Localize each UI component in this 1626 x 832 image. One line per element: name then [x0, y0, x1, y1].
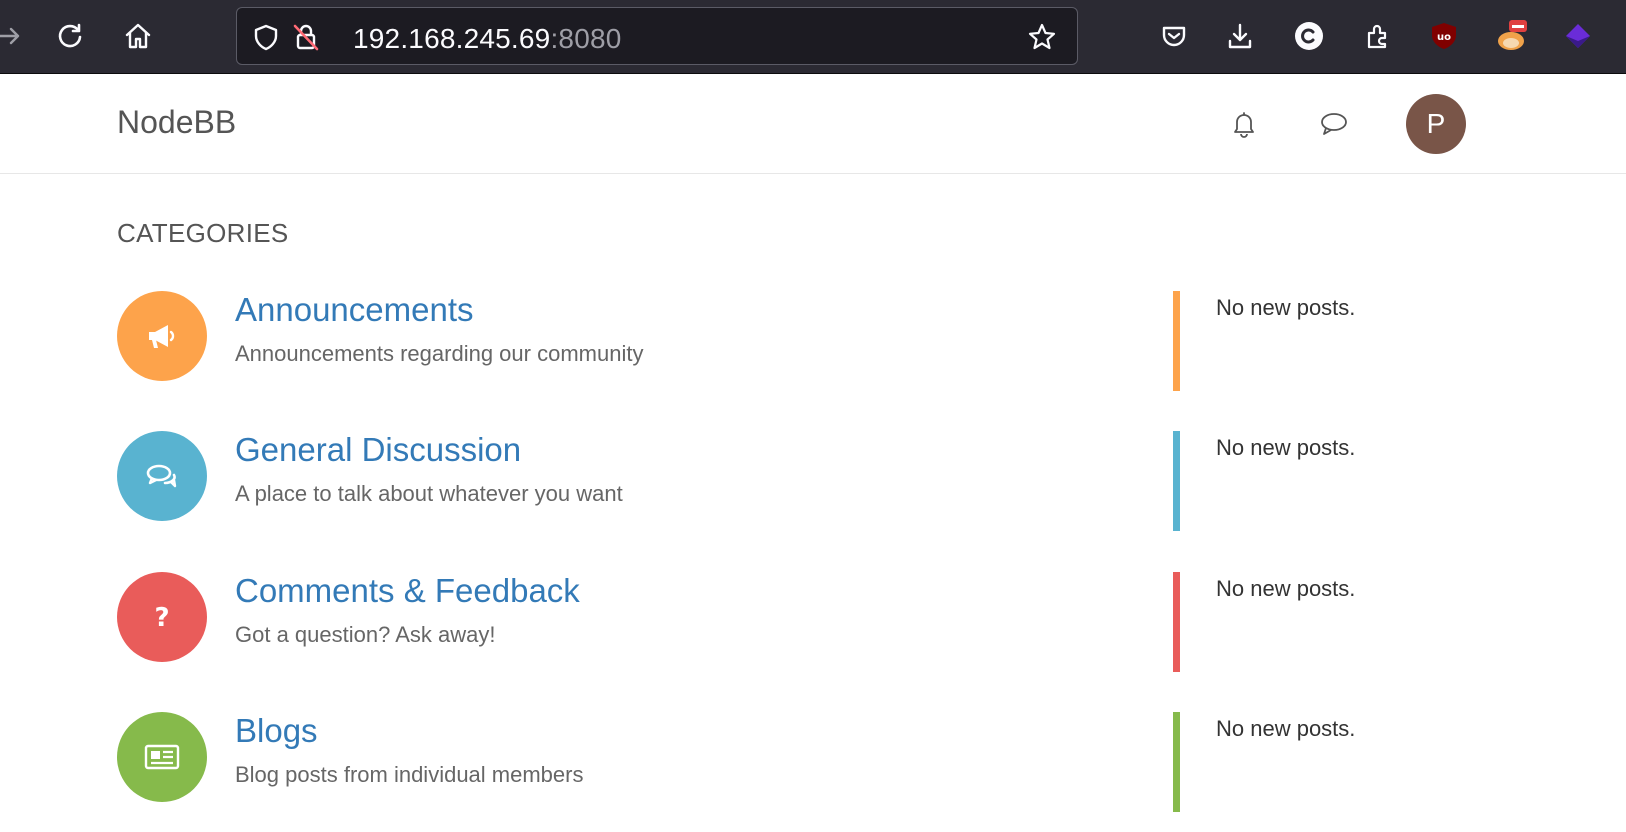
download-icon[interactable] — [1222, 18, 1258, 54]
category-latest-posts: No new posts. — [1216, 295, 1356, 320]
bullhorn-icon — [149, 325, 175, 348]
category-title-comments-feedback[interactable]: Comments & Feedback — [235, 572, 580, 610]
category-latest-posts: No new posts. — [1216, 576, 1356, 601]
category-icon-circle[interactable] — [117, 431, 207, 521]
reload-icon[interactable] — [52, 18, 88, 54]
category-row: General Discussion A place to talk about… — [117, 431, 1517, 531]
browser-toolbar: 192.168.245.69:8080 uo — [0, 0, 1626, 74]
category-icon-circle[interactable] — [117, 712, 207, 802]
category-title-general-discussion[interactable]: General Discussion — [235, 431, 521, 469]
category-description: Announcements regarding our community — [235, 341, 644, 366]
svg-text:?: ? — [154, 603, 169, 632]
category-color-bar — [1173, 431, 1180, 531]
pocket-icon[interactable] — [1156, 18, 1192, 54]
categories-heading: CATEGORIES — [117, 218, 289, 248]
bell-icon[interactable] — [1224, 104, 1264, 144]
category-color-bar — [1173, 572, 1180, 672]
url-bar[interactable]: 192.168.245.69:8080 — [236, 7, 1078, 65]
newspaper-icon — [144, 744, 180, 770]
category-row: Announcements Announcements regarding ou… — [117, 291, 1517, 391]
question-icon: ? — [154, 603, 169, 632]
category-description: A place to talk about whatever you want — [235, 481, 623, 506]
c-extension-icon[interactable] — [1291, 18, 1327, 54]
category-title-announcements[interactable]: Announcements — [235, 291, 474, 329]
site-header: NodeBB P — [0, 74, 1626, 174]
category-title-blogs[interactable]: Blogs — [235, 712, 318, 750]
purple-extension-icon[interactable] — [1560, 18, 1596, 54]
home-icon[interactable] — [120, 18, 156, 54]
category-row: ? Comments & Feedback Got a question? As… — [117, 572, 1517, 672]
extensions-icon[interactable] — [1360, 18, 1396, 54]
comments-icon — [146, 464, 177, 488]
category-color-bar — [1173, 291, 1180, 391]
fox-extension-icon[interactable] — [1494, 18, 1530, 54]
url-port: :8080 — [550, 23, 622, 54]
insecure-lock-icon[interactable] — [291, 22, 321, 52]
url-host: 192.168.245.69 — [353, 23, 551, 54]
shield-icon[interactable] — [251, 22, 281, 52]
avatar[interactable]: P — [1406, 94, 1466, 154]
brand-logo[interactable]: NodeBB — [117, 104, 236, 141]
category-description: Blog posts from individual members — [235, 762, 584, 787]
category-latest-posts: No new posts. — [1216, 435, 1356, 460]
category-row: Blogs Blog posts from individual members… — [117, 712, 1517, 812]
category-color-bar — [1173, 712, 1180, 812]
url-text: 192.168.245.69:8080 — [353, 25, 622, 53]
ublock-icon[interactable]: uo — [1426, 18, 1462, 54]
forward-icon[interactable] — [0, 18, 28, 54]
category-icon-circle[interactable]: ? — [117, 572, 207, 662]
bookmark-star-icon[interactable] — [1027, 22, 1057, 52]
category-icon-circle[interactable] — [117, 291, 207, 381]
category-description: Got a question? Ask away! — [235, 622, 496, 647]
svg-text:uo: uo — [1437, 32, 1451, 43]
chat-icon[interactable] — [1314, 104, 1354, 144]
category-latest-posts: No new posts. — [1216, 716, 1356, 741]
